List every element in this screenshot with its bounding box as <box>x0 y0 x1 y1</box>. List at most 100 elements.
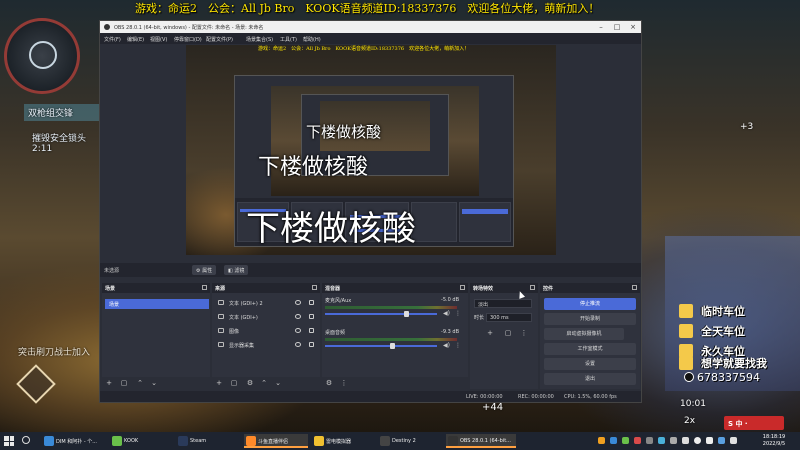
add-icon[interactable]: + <box>215 379 223 387</box>
taskbar-app-label: KOOK <box>124 438 139 444</box>
visibility-eye-icon[interactable] <box>295 300 301 305</box>
source-row[interactable]: 图像 <box>215 325 319 337</box>
volume-slider[interactable] <box>325 345 437 347</box>
app-icon <box>246 436 256 446</box>
donation-row: 临时车位 <box>679 302 799 322</box>
tray-icon[interactable] <box>670 437 677 444</box>
volume-slider-knob[interactable] <box>390 343 395 349</box>
tray-icon[interactable] <box>646 437 653 444</box>
stop-streaming-button[interactable]: 停止推流 <box>544 298 636 310</box>
volume-slider-knob[interactable] <box>404 311 409 317</box>
tray-icon[interactable] <box>634 437 641 444</box>
gear-icon[interactable]: ⚙ <box>246 379 254 387</box>
move-down-icon[interactable]: ⌄ <box>274 379 282 387</box>
more-icon[interactable]: ⋮ <box>455 310 461 317</box>
donation-text: 想学就要找我 <box>701 357 767 370</box>
transition-select[interactable]: 淡出 <box>474 299 532 308</box>
input-method-icon[interactable] <box>718 437 725 444</box>
duration-input[interactable]: 300 ms <box>486 313 532 322</box>
more-icon[interactable]: ⋮ <box>520 329 528 337</box>
taskbar-app[interactable]: 雷电模拟器 <box>312 434 376 448</box>
app-icon <box>178 436 188 446</box>
obs-menubar: 文件(F) 编辑(E) 视图(V) 停靠窗口(D) 配置文件(P) 场景集合(S… <box>100 33 641 44</box>
speaker-icon[interactable]: ◀) <box>443 310 450 317</box>
properties-button[interactable]: ⚙ 属性 <box>192 265 217 275</box>
search-icon[interactable] <box>22 436 30 444</box>
tray-icon[interactable] <box>622 437 629 444</box>
dock-float-icon[interactable] <box>202 285 207 290</box>
language-icon[interactable] <box>730 437 737 444</box>
windows-start-icon[interactable] <box>4 436 14 446</box>
minimize-icon[interactable]: – <box>596 23 606 31</box>
gear-icon[interactable]: ⚙ <box>325 379 333 387</box>
more-icon[interactable]: ⋮ <box>455 342 461 349</box>
tray-icon[interactable] <box>658 437 665 444</box>
menu-tools[interactable]: 工具(T) <box>280 36 297 43</box>
filters-button[interactable]: ◧ 滤镜 <box>224 265 249 275</box>
donation-panel: 临时车位 全天车位 永久车位 想学就要找我 <box>665 236 800 391</box>
dock-float-icon[interactable] <box>460 285 465 290</box>
tray-icon[interactable] <box>682 437 689 444</box>
trash-icon[interactable]: ▢ <box>120 379 128 387</box>
virtual-camera-button[interactable]: 启动虚拟摄像机 <box>544 328 624 340</box>
wifi-icon[interactable] <box>694 437 701 444</box>
taskbar-app[interactable]: Steam <box>176 434 238 448</box>
more-icon[interactable]: ⋮ <box>340 379 348 387</box>
add-icon[interactable]: + <box>105 379 113 387</box>
speaker-icon[interactable]: ◀) <box>443 342 450 349</box>
menu-docks[interactable]: 停靠窗口(D) <box>174 36 202 43</box>
lock-icon[interactable] <box>309 328 314 333</box>
lock-icon[interactable] <box>309 300 314 305</box>
trash-icon[interactable]: ▢ <box>230 379 238 387</box>
rec-status: REC: 00:00:00 <box>518 394 554 400</box>
obs-preview[interactable]: 游戏：命运2 公会：All Jb Bro KOOK语音频道ID:18337376… <box>186 45 556 255</box>
studio-mode-button[interactable]: 工作室模式 <box>544 343 636 355</box>
transitions-dock: 转场特效 淡出 时长 300 ms + ▢ ⋮ <box>470 283 538 389</box>
qq-number: 678337594 <box>684 371 760 384</box>
lock-icon[interactable] <box>309 314 314 319</box>
obs-titlebar: OBS 28.0.1 (64-bit, windows) - 配置文件: 未命名… <box>100 21 641 33</box>
start-recording-button[interactable]: 开始录制 <box>544 313 636 325</box>
add-icon[interactable]: + <box>486 329 494 337</box>
menu-file[interactable]: 文件(F) <box>104 36 121 43</box>
taskbar-app[interactable]: OBS 28.0.1 (64-bit... <box>446 434 516 448</box>
duration-label: 时长 <box>474 315 485 321</box>
visibility-eye-icon[interactable] <box>295 342 301 347</box>
app-icon <box>44 436 54 446</box>
taskbar-app[interactable]: DIM 和阿扑 - 个... <box>42 434 106 448</box>
menu-view[interactable]: 视图(V) <box>150 36 167 43</box>
source-row[interactable]: 文本 (GDI+) 2 <box>215 297 319 309</box>
volume-icon[interactable] <box>706 437 713 444</box>
menu-profile[interactable]: 配置文件(P) <box>206 36 233 43</box>
menu-scene-collection[interactable]: 场景集合(S) <box>246 36 273 43</box>
close-icon[interactable]: × <box>628 23 638 31</box>
tray-clock[interactable]: 18:18:19 2022/9/5 <box>754 434 794 448</box>
exit-button[interactable]: 退出 <box>544 373 636 385</box>
source-row[interactable]: 显示器采集 <box>215 339 319 351</box>
hud-multiplier: 2x <box>684 416 696 426</box>
settings-button[interactable]: 设置 <box>544 358 636 370</box>
dock-float-icon[interactable] <box>530 285 535 290</box>
tray-icon[interactable] <box>610 437 617 444</box>
taskbar-app[interactable]: KOOK <box>110 434 170 448</box>
maximize-icon[interactable]: □ <box>612 23 622 31</box>
taskbar-app[interactable]: 斗鱼直播伴侣 <box>244 434 308 448</box>
scene-item[interactable]: 场景 <box>105 299 209 309</box>
menu-help[interactable]: 帮助(H) <box>303 36 321 43</box>
trash-icon[interactable]: ▢ <box>504 329 512 337</box>
dock-float-icon[interactable] <box>312 285 317 290</box>
lock-icon[interactable] <box>309 342 314 347</box>
menu-edit[interactable]: 编辑(E) <box>127 36 144 43</box>
taskbar-app[interactable]: Destiny 2 <box>378 434 442 448</box>
move-up-icon[interactable]: ⌃ <box>136 379 144 387</box>
tray-icon[interactable] <box>598 437 605 444</box>
dock-float-icon[interactable] <box>632 285 637 290</box>
move-up-icon[interactable]: ⌃ <box>260 379 268 387</box>
visibility-eye-icon[interactable] <box>295 328 301 333</box>
volume-slider[interactable] <box>325 313 437 315</box>
scenes-title: 场景 <box>105 286 116 292</box>
game-feed-text: 突击刷刀战士加入 <box>18 348 91 358</box>
move-down-icon[interactable]: ⌄ <box>150 379 158 387</box>
source-row[interactable]: 文本 (GDI+) <box>215 311 319 323</box>
visibility-eye-icon[interactable] <box>295 314 301 319</box>
